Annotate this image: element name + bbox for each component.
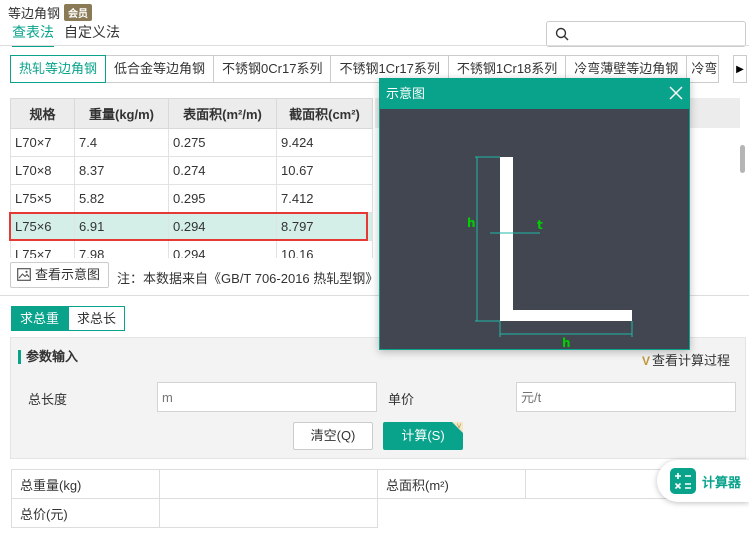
title-bar: 等边角钢 会员 <box>8 3 93 22</box>
calculate-button[interactable]: 计算(S) <box>383 422 463 450</box>
total-price-label: 总价(元) <box>11 498 160 528</box>
results-table: 总重量(kg) 总面积(m²) 总价(元) <box>11 469 748 528</box>
calc-process-link[interactable]: V 查看计算过程 <box>642 350 730 369</box>
diagram-canvas: h t h <box>380 109 689 350</box>
cell-weight: 5.82 <box>74 184 169 213</box>
calculator-icon <box>670 468 696 494</box>
col-header-weight[interactable]: 重量(kg/m) <box>74 98 169 129</box>
close-icon[interactable] <box>669 86 683 100</box>
arrow-right-icon: ▶ <box>736 63 744 75</box>
length-label: 总长度 <box>28 392 68 407</box>
scrollbar-thumb[interactable] <box>740 145 745 173</box>
cell-section: 7.412 <box>276 184 373 213</box>
popup-header[interactable]: 示意图 <box>380 79 689 109</box>
cell-section: 10.16 <box>276 240 373 258</box>
angle-steel-diagram: h t h <box>467 156 633 350</box>
tab-total-length[interactable]: 求总长 <box>68 306 126 331</box>
calculator-label: 计算器 <box>702 474 742 490</box>
mode-tabs: 查表法 自定义法 <box>12 22 120 47</box>
cell-weight: 7.98 <box>74 240 169 258</box>
cell-section: 9.424 <box>276 128 373 157</box>
table-row[interactable]: L75×5 5.82 0.295 7.412 <box>10 184 373 213</box>
calc-process-label: 查看计算过程 <box>652 353 731 368</box>
calculator-button[interactable]: 计算器 <box>657 460 749 502</box>
col-header-surface[interactable]: 表面积(m²/m) <box>168 98 277 129</box>
cell-spec: L75×5 <box>10 184 75 213</box>
cell-section: 10.67 <box>276 156 373 185</box>
table-row[interactable]: L70×7 7.4 0.275 9.424 <box>10 128 373 157</box>
tabs-next-button[interactable]: ▶ <box>733 55 747 83</box>
length-input[interactable] <box>157 382 377 412</box>
dim-label-t: t <box>537 218 543 232</box>
cat-tab-low-alloy[interactable]: 低合金等边角钢 <box>106 55 215 83</box>
total-price-value <box>159 498 378 528</box>
dim-label-h-bottom: h <box>562 336 571 349</box>
price-label: 单价 <box>388 392 415 407</box>
col-header-section[interactable]: 截面积(cm²) <box>276 98 373 129</box>
tab-total-weight[interactable]: 求总重 <box>11 306 69 331</box>
cat-tab-cold-bent[interactable]: 冷弯等 <box>687 55 720 83</box>
clear-button[interactable]: 清空(Q) <box>293 422 373 450</box>
cell-surface: 0.294 <box>168 240 277 258</box>
calc-tabs: 求总重 求总长 <box>11 306 126 331</box>
image-icon <box>17 268 31 281</box>
data-source-note: 注：本数据来自《GB/T 706-2016 热轧型钢》 <box>117 271 379 286</box>
param-title: 参数输入 <box>18 350 78 364</box>
price-input[interactable] <box>516 382 736 412</box>
tab-lookup[interactable]: 查表法 <box>12 22 54 47</box>
popup-title: 示意图 <box>386 86 426 101</box>
vip-icon: V <box>642 354 651 368</box>
cell-weight: 7.4 <box>74 128 169 157</box>
dim-label-h-left: h <box>467 216 476 230</box>
divider <box>0 45 749 46</box>
vip-corner-icon: V <box>452 422 463 433</box>
diagram-popup: 示意图 h t h <box>379 78 690 350</box>
cell-surface: 0.274 <box>168 156 277 185</box>
total-weight-value <box>159 469 378 499</box>
cell-spec: L70×7 <box>10 128 75 157</box>
col-header-spec[interactable]: 规格 <box>10 98 75 129</box>
search-input[interactable] <box>546 21 746 47</box>
total-area-label: 总面积(m²) <box>377 469 526 499</box>
cell-surface: 0.275 <box>168 128 277 157</box>
table-row[interactable]: L75×7 7.98 0.294 10.16 <box>10 240 373 258</box>
table-row[interactable]: L70×8 8.37 0.274 10.67 <box>10 156 373 185</box>
total-weight-label: 总重量(kg) <box>11 469 160 499</box>
app-title: 等边角钢 <box>8 6 61 21</box>
cell-surface: 0.295 <box>168 184 277 213</box>
search-icon <box>555 27 569 41</box>
cat-tab-0cr17[interactable]: 不锈钢0Cr17系列 <box>214 55 332 83</box>
tab-custom[interactable]: 自定义法 <box>64 22 120 47</box>
cell-spec: L75×7 <box>10 240 75 258</box>
cell-weight: 8.37 <box>74 156 169 185</box>
vip-badge: 会员 <box>64 4 93 21</box>
selection-highlight <box>9 212 368 241</box>
cell-spec: L70×8 <box>10 156 75 185</box>
cat-tab-hot-rolled[interactable]: 热轧等边角钢 <box>10 55 107 83</box>
